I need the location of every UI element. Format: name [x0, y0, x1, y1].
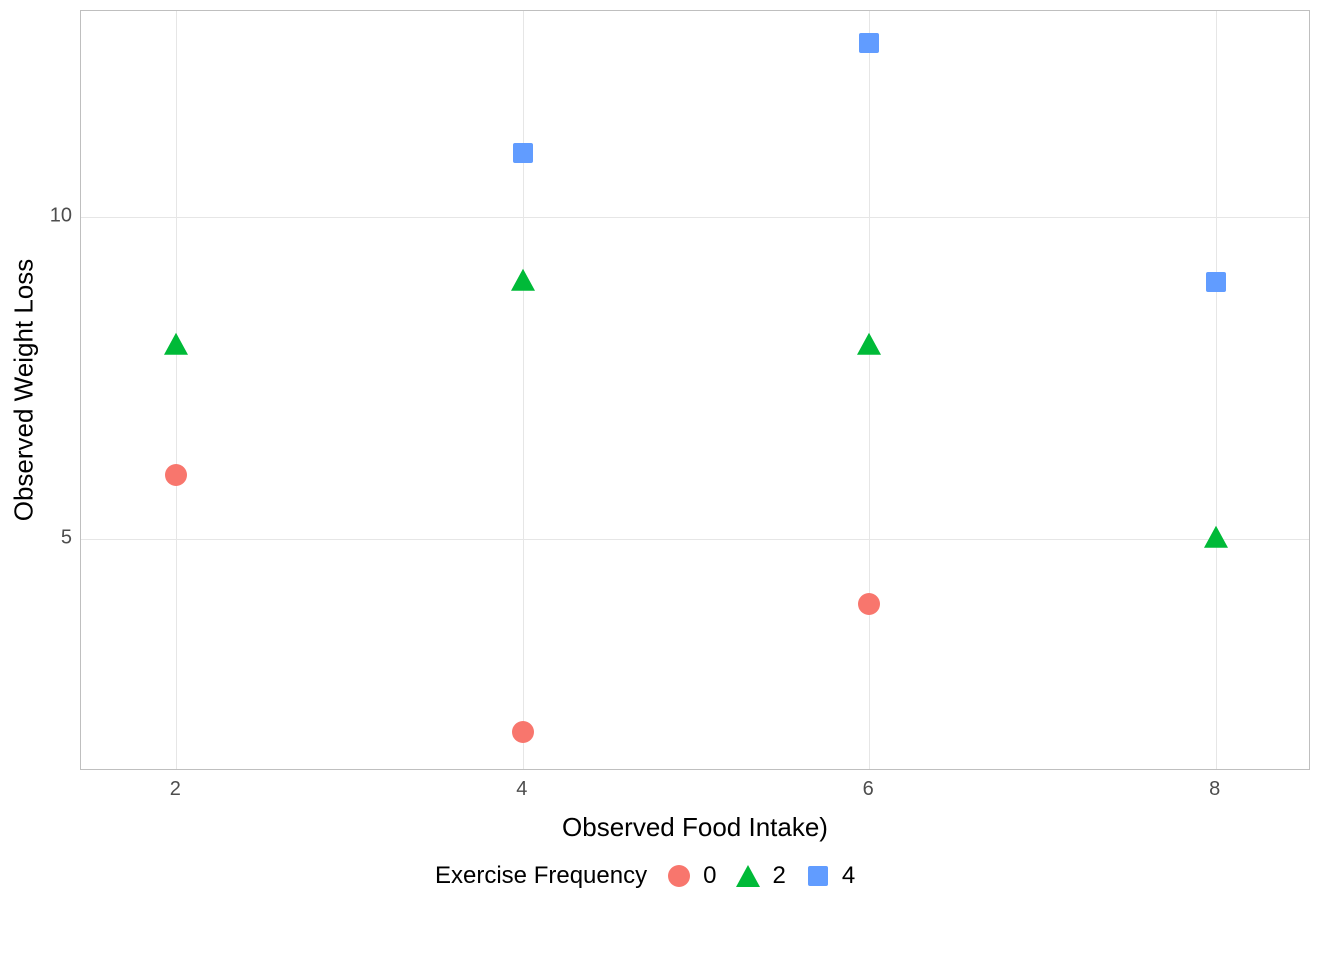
data-point: [511, 268, 535, 290]
grid-line: [81, 217, 1309, 218]
legend: Exercise Frequency 0 2 4: [435, 862, 855, 890]
grid-line: [176, 11, 177, 769]
data-point: [1206, 272, 1226, 292]
legend-item: 4: [804, 862, 855, 890]
legend-title: Exercise Frequency: [435, 862, 647, 890]
data-point: [857, 333, 881, 355]
x-axis-title: Observed Food Intake): [562, 812, 828, 843]
legend-label: 2: [772, 862, 785, 890]
x-tick-label: 2: [170, 778, 181, 801]
grid-line: [1216, 11, 1217, 769]
data-point: [165, 464, 187, 486]
circle-icon: [665, 862, 693, 890]
data-point: [859, 33, 879, 53]
plot-area: [80, 10, 1310, 770]
legend-item: 2: [734, 862, 785, 890]
data-point: [513, 143, 533, 163]
x-tick-label: 8: [1209, 778, 1220, 801]
data-point: [164, 333, 188, 355]
data-point: [512, 721, 534, 743]
scatter-chart: Observed Weight Loss Observed Food Intak…: [0, 0, 1344, 960]
legend-item: 0: [665, 862, 716, 890]
y-axis-title: Observed Weight Loss: [9, 259, 40, 522]
data-point: [1204, 526, 1228, 548]
grid-line: [869, 11, 870, 769]
legend-label: 4: [842, 862, 855, 890]
data-point: [858, 593, 880, 615]
y-tick-label: 5: [46, 527, 72, 550]
square-icon: [804, 862, 832, 890]
x-tick-label: 6: [863, 778, 874, 801]
triangle-icon: [734, 862, 762, 890]
grid-line: [523, 11, 524, 769]
legend-label: 0: [703, 862, 716, 890]
y-tick-label: 10: [46, 205, 72, 228]
grid-line: [81, 539, 1309, 540]
x-tick-label: 4: [516, 778, 527, 801]
